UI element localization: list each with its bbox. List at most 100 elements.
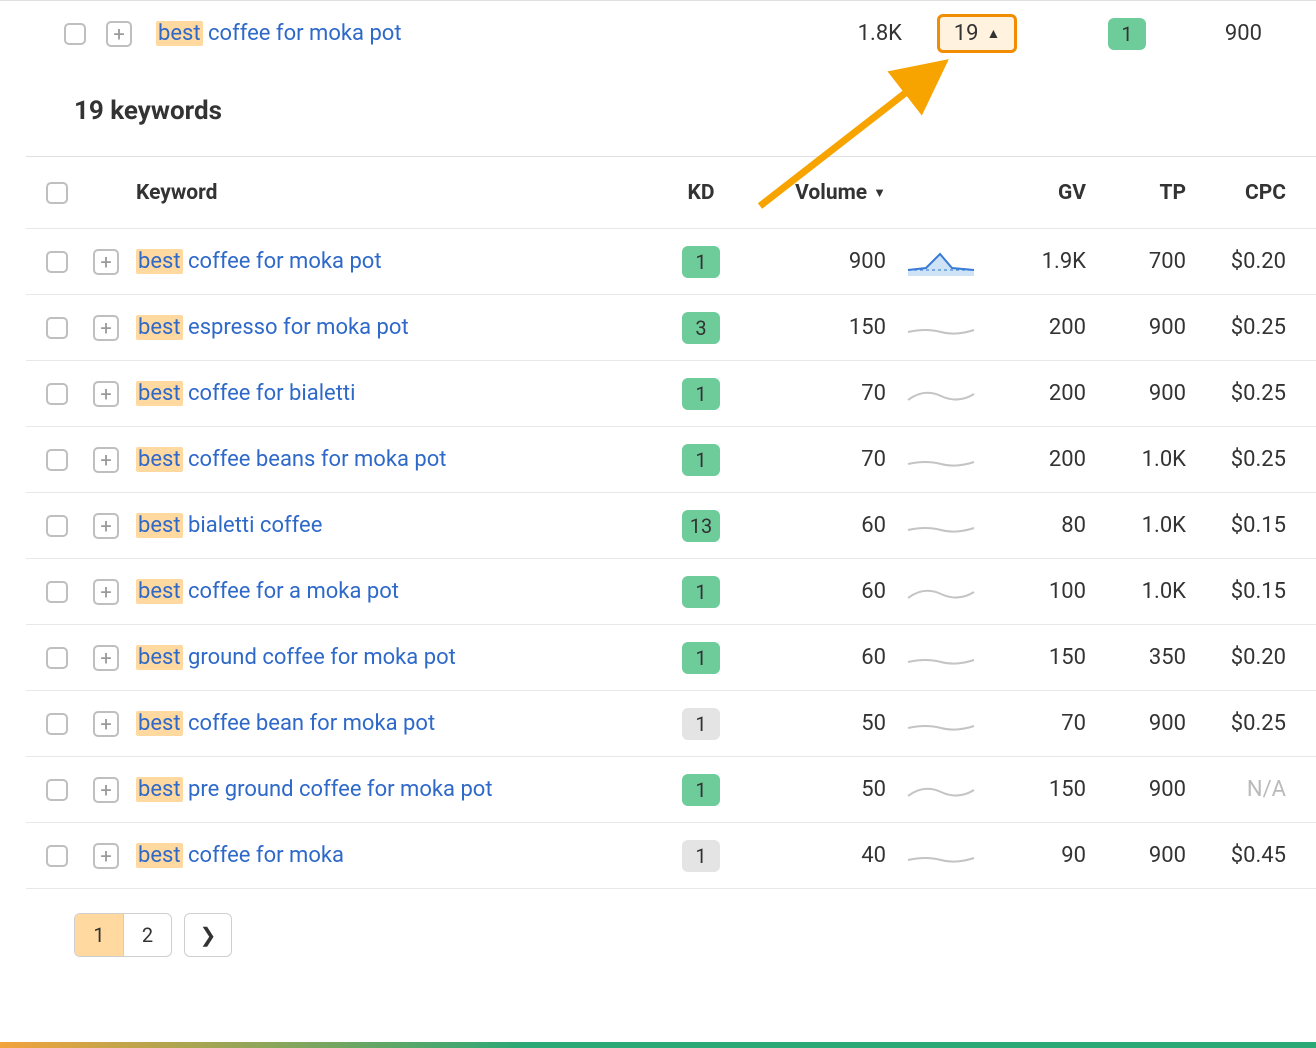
gv-value: 150 xyxy=(986,645,1086,670)
highlight-text: best xyxy=(136,843,183,868)
gv-value: 80 xyxy=(986,513,1086,538)
col-gv[interactable]: GV xyxy=(986,181,1086,205)
keyword-text: coffee for a moka pot xyxy=(183,579,399,604)
cpc-value: $0.20 xyxy=(1186,645,1296,670)
highlight-text: best xyxy=(156,21,203,46)
add-keyword-button[interactable]: + xyxy=(106,21,132,47)
add-keyword-button[interactable]: + xyxy=(93,315,119,341)
row-checkbox[interactable] xyxy=(46,647,68,669)
col-volume[interactable]: Volume ▼ xyxy=(746,181,896,205)
highlight-text: best xyxy=(136,513,183,538)
add-keyword-button[interactable]: + xyxy=(93,843,119,869)
row-checkbox[interactable] xyxy=(46,713,68,735)
trend-sparkline xyxy=(896,776,986,804)
volume-value: 70 xyxy=(746,447,896,472)
keyword-count-toggle[interactable]: 19 ▲ xyxy=(937,14,1018,53)
keyword-link[interactable]: best coffee bean for moka pot xyxy=(126,711,656,736)
parent-volume: 1.8K xyxy=(792,21,912,46)
row-checkbox[interactable] xyxy=(46,779,68,801)
keyword-link[interactable]: best pre ground coffee for moka pot xyxy=(126,777,656,802)
gv-value: 200 xyxy=(986,315,1086,340)
col-tp[interactable]: TP xyxy=(1086,181,1186,205)
table-header: Keyword KD Volume ▼ GV TP CPC xyxy=(26,157,1316,229)
tp-value: 900 xyxy=(1086,777,1186,802)
row-checkbox[interactable] xyxy=(46,845,68,867)
row-checkbox[interactable] xyxy=(46,383,68,405)
keyword-text: coffee bean for moka pot xyxy=(183,711,436,736)
sort-desc-icon: ▼ xyxy=(873,185,886,201)
add-keyword-button[interactable]: + xyxy=(93,447,119,473)
tp-value: 900 xyxy=(1086,381,1186,406)
row-checkbox[interactable] xyxy=(46,581,68,603)
add-keyword-button[interactable]: + xyxy=(93,711,119,737)
tp-value: 350 xyxy=(1086,645,1186,670)
row-checkbox[interactable] xyxy=(46,251,68,273)
chevron-right-icon: ❯ xyxy=(200,923,217,947)
cpc-value: $0.15 xyxy=(1186,579,1296,604)
keyword-link[interactable]: best coffee beans for moka pot xyxy=(126,447,656,472)
table-row: + best coffee beans for moka pot 1 70 20… xyxy=(26,427,1316,493)
keyword-link[interactable]: best coffee for moka pot xyxy=(156,21,792,46)
row-checkbox[interactable] xyxy=(64,23,86,45)
trend-sparkline xyxy=(896,380,986,408)
page-2[interactable]: 2 xyxy=(123,914,171,956)
keyword-link[interactable]: best ground coffee for moka pot xyxy=(126,645,656,670)
volume-value: 40 xyxy=(746,843,896,868)
keyword-link[interactable]: best bialetti coffee xyxy=(126,513,656,538)
table-row: + best pre ground coffee for moka pot 1 … xyxy=(26,757,1316,823)
col-cpc[interactable]: CPC xyxy=(1186,181,1296,205)
add-keyword-button[interactable]: + xyxy=(93,579,119,605)
add-keyword-button[interactable]: + xyxy=(93,249,119,275)
add-keyword-button[interactable]: + xyxy=(93,645,119,671)
row-checkbox[interactable] xyxy=(46,317,68,339)
keyword-link[interactable]: best coffee for moka xyxy=(126,843,656,868)
keyword-text: coffee beans for moka pot xyxy=(183,447,447,472)
keyword-link[interactable]: best espresso for moka pot xyxy=(126,315,656,340)
add-keyword-button[interactable]: + xyxy=(93,777,119,803)
keyword-link[interactable]: best coffee for moka pot xyxy=(126,249,656,274)
panel-title: 19 keywords xyxy=(26,66,1316,157)
volume-value: 60 xyxy=(746,513,896,538)
trend-sparkline xyxy=(896,512,986,540)
keyword-text: coffee for moka xyxy=(183,843,344,868)
page-next-button[interactable]: ❯ xyxy=(184,913,232,957)
kd-badge: 1 xyxy=(682,378,720,410)
volume-value: 60 xyxy=(746,579,896,604)
page-group: 1 2 xyxy=(74,913,172,957)
cpc-value: $0.25 xyxy=(1186,447,1296,472)
parent-keyword-row: + best coffee for moka pot 1.8K 19 ▲ 1 9… xyxy=(0,0,1316,66)
highlight-text: best xyxy=(136,315,183,340)
cpc-value: N/A xyxy=(1186,777,1296,802)
table-row: + best coffee for moka pot 1 900 1.9K 70… xyxy=(26,229,1316,295)
col-keyword[interactable]: Keyword xyxy=(126,181,656,205)
tp-value: 900 xyxy=(1086,315,1186,340)
kd-badge: 13 xyxy=(682,510,720,542)
trend-sparkline xyxy=(896,842,986,870)
cpc-value: $0.25 xyxy=(1186,711,1296,736)
gv-value: 70 xyxy=(986,711,1086,736)
highlight-text: best xyxy=(136,645,183,670)
cpc-value: $0.15 xyxy=(1186,513,1296,538)
tp-value: 1.0K xyxy=(1086,579,1186,604)
table-row: + best coffee bean for moka pot 1 50 70 … xyxy=(26,691,1316,757)
bottom-accent-bar xyxy=(0,1042,1316,1048)
col-kd[interactable]: KD xyxy=(656,181,746,205)
gv-value: 90 xyxy=(986,843,1086,868)
page-1[interactable]: 1 xyxy=(75,914,123,956)
gv-value: 200 xyxy=(986,447,1086,472)
add-keyword-button[interactable]: + xyxy=(93,513,119,539)
volume-value: 60 xyxy=(746,645,896,670)
add-keyword-button[interactable]: + xyxy=(93,381,119,407)
table-row: + best espresso for moka pot 3 150 200 9… xyxy=(26,295,1316,361)
tp-value: 1.0K xyxy=(1086,513,1186,538)
keyword-link[interactable]: best coffee for bialetti xyxy=(126,381,656,406)
pagination: 1 2 ❯ xyxy=(26,889,1316,957)
select-all-checkbox[interactable] xyxy=(46,182,68,204)
keyword-text: ground coffee for moka pot xyxy=(183,645,456,670)
volume-value: 900 xyxy=(746,249,896,274)
row-checkbox[interactable] xyxy=(46,515,68,537)
trend-sparkline xyxy=(896,578,986,606)
highlight-text: best xyxy=(136,579,183,604)
row-checkbox[interactable] xyxy=(46,449,68,471)
keyword-link[interactable]: best coffee for a moka pot xyxy=(126,579,656,604)
